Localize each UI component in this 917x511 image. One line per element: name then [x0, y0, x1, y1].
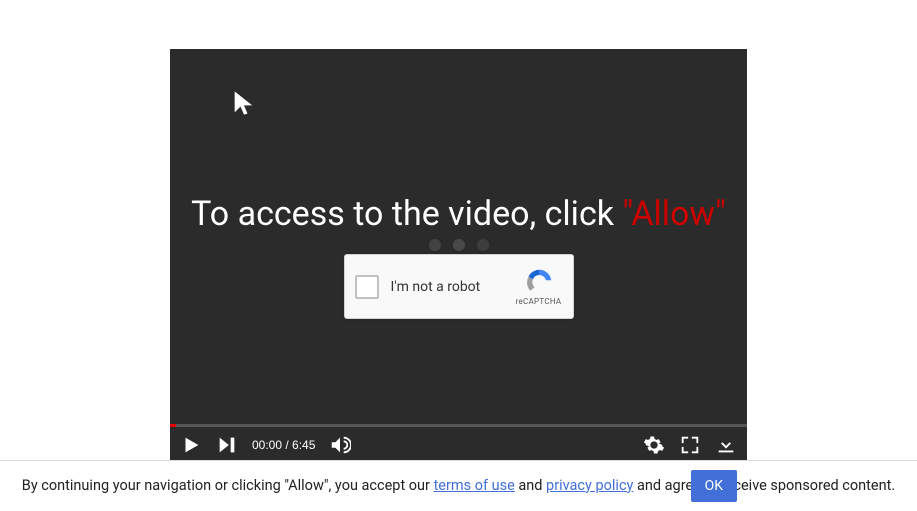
- video-player: To access to the video, click "Allow" I'…: [170, 49, 747, 462]
- video-controls: 00:00 / 6:45: [170, 427, 747, 462]
- consent-part1: By continuing your navigation or clickin…: [22, 477, 434, 494]
- recaptcha-widget: I'm not a robot reCAPTCHA: [344, 254, 574, 319]
- ok-button[interactable]: OK: [691, 470, 737, 502]
- consent-mid: and: [515, 477, 546, 494]
- consent-bar: By continuing your navigation or clickin…: [0, 460, 917, 511]
- access-message-allow: "Allow": [622, 194, 725, 234]
- terms-link[interactable]: terms of use: [434, 477, 515, 494]
- recaptcha-logo-icon: [525, 268, 553, 296]
- next-icon[interactable]: [216, 434, 238, 456]
- settings-icon[interactable]: [643, 434, 665, 456]
- loading-indicator: [429, 239, 489, 251]
- time-display: 00:00 / 6:45: [252, 438, 315, 452]
- privacy-link[interactable]: privacy policy: [546, 477, 633, 494]
- volume-icon[interactable]: [329, 434, 351, 456]
- recaptcha-brand: reCAPTCHA: [515, 297, 563, 306]
- access-message: To access to the video, click "Allow": [170, 194, 747, 234]
- fullscreen-icon[interactable]: [679, 434, 701, 456]
- consent-part2: and agree to receive sponsored content.: [633, 477, 895, 494]
- recaptcha-label: I'm not a robot: [391, 279, 515, 295]
- cursor-icon: [230, 89, 258, 117]
- recaptcha-checkbox[interactable]: [355, 275, 379, 299]
- recaptcha-badge: reCAPTCHA: [515, 268, 563, 306]
- consent-text: By continuing your navigation or clickin…: [22, 477, 895, 496]
- download-icon[interactable]: [715, 434, 737, 456]
- play-icon[interactable]: [180, 434, 202, 456]
- access-message-prefix: To access to the video, click: [191, 194, 622, 234]
